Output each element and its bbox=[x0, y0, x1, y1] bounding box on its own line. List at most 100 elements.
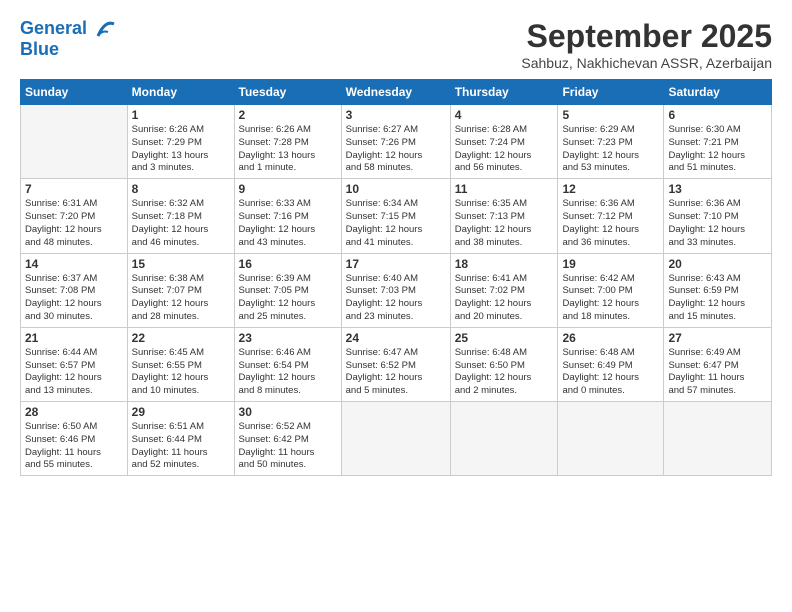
day-number: 21 bbox=[25, 331, 123, 345]
day-info: Sunrise: 6:27 AM Sunset: 7:26 PM Dayligh… bbox=[346, 124, 446, 175]
table-row: 5 Sunrise: 6:29 AM Sunset: 7:23 PM Daylig… bbox=[558, 105, 664, 179]
day-info: Sunrise: 6:29 AM Sunset: 7:23 PM Dayligh… bbox=[562, 124, 659, 175]
day-number: 7 bbox=[25, 182, 123, 196]
day-number: 11 bbox=[455, 182, 554, 196]
day-info: Sunrise: 6:45 AM Sunset: 6:55 PM Dayligh… bbox=[132, 347, 230, 398]
day-info: Sunrise: 6:35 AM Sunset: 7:13 PM Dayligh… bbox=[455, 198, 554, 249]
day-info: Sunrise: 6:40 AM Sunset: 7:03 PM Dayligh… bbox=[346, 273, 446, 324]
day-info: Sunrise: 6:48 AM Sunset: 6:50 PM Dayligh… bbox=[455, 347, 554, 398]
table-row: 18 Sunrise: 6:41 AM Sunset: 7:02 PM Dayli… bbox=[450, 253, 558, 327]
table-row: 29 Sunrise: 6:51 AM Sunset: 6:44 PM Dayli… bbox=[127, 402, 234, 476]
day-number: 24 bbox=[346, 331, 446, 345]
logo: General Blue bbox=[20, 18, 116, 60]
table-row: 12 Sunrise: 6:36 AM Sunset: 7:12 PM Dayli… bbox=[558, 179, 664, 253]
table-row: 1 Sunrise: 6:26 AM Sunset: 7:29 PM Daylig… bbox=[127, 105, 234, 179]
header-monday: Monday bbox=[127, 80, 234, 105]
table-row: 2Sunrise: 6:26 AM Sunset: 7:28 PM Daylig… bbox=[234, 105, 341, 179]
page-header: General Blue September 2025 Sahbuz, Nakh… bbox=[20, 18, 772, 71]
day-info: Sunrise: 6:30 AM Sunset: 7:21 PM Dayligh… bbox=[668, 124, 767, 175]
table-row: 30 Sunrise: 6:52 AM Sunset: 6:42 PM Dayli… bbox=[234, 402, 341, 476]
day-info: Sunrise: 6:28 AM Sunset: 7:24 PM Dayligh… bbox=[455, 124, 554, 175]
calendar-table: Sunday Monday Tuesday Wednesday Thursday… bbox=[20, 79, 772, 476]
day-number: 15 bbox=[132, 257, 230, 271]
day-number: 3 bbox=[346, 108, 446, 122]
day-number: 6 bbox=[668, 108, 767, 122]
table-row: 25Sunrise: 6:48 AM Sunset: 6:50 PM Dayli… bbox=[450, 327, 558, 401]
day-number: 28 bbox=[25, 405, 123, 419]
day-info: Sunrise: 6:48 AM Sunset: 6:49 PM Dayligh… bbox=[562, 347, 659, 398]
day-info: Sunrise: 6:36 AM Sunset: 7:10 PM Dayligh… bbox=[668, 198, 767, 249]
day-number: 16 bbox=[239, 257, 337, 271]
day-number: 5 bbox=[562, 108, 659, 122]
day-info: Sunrise: 6:32 AM Sunset: 7:18 PM Dayligh… bbox=[132, 198, 230, 249]
day-number: 20 bbox=[668, 257, 767, 271]
table-row: 23Sunrise: 6:46 AM Sunset: 6:54 PM Dayli… bbox=[234, 327, 341, 401]
day-number: 17 bbox=[346, 257, 446, 271]
day-number: 13 bbox=[668, 182, 767, 196]
day-info: Sunrise: 6:50 AM Sunset: 6:46 PM Dayligh… bbox=[25, 421, 123, 472]
table-row bbox=[558, 402, 664, 476]
day-number: 19 bbox=[562, 257, 659, 271]
day-info: Sunrise: 6:47 AM Sunset: 6:52 PM Dayligh… bbox=[346, 347, 446, 398]
header-saturday: Saturday bbox=[664, 80, 772, 105]
day-info: Sunrise: 6:43 AM Sunset: 6:59 PM Dayligh… bbox=[668, 273, 767, 324]
table-row bbox=[450, 402, 558, 476]
day-number: 8 bbox=[132, 182, 230, 196]
calendar-week-row: 1 Sunrise: 6:26 AM Sunset: 7:29 PM Daylig… bbox=[21, 105, 772, 179]
table-row bbox=[664, 402, 772, 476]
day-number: 12 bbox=[562, 182, 659, 196]
table-row: 21 Sunrise: 6:44 AM Sunset: 6:57 PM Dayli… bbox=[21, 327, 128, 401]
day-info: Sunrise: 6:37 AM Sunset: 7:08 PM Dayligh… bbox=[25, 273, 123, 324]
table-row: 28 Sunrise: 6:50 AM Sunset: 6:46 PM Dayli… bbox=[21, 402, 128, 476]
day-info: Sunrise: 6:36 AM Sunset: 7:12 PM Dayligh… bbox=[562, 198, 659, 249]
table-row: 14Sunrise: 6:37 AM Sunset: 7:08 PM Dayli… bbox=[21, 253, 128, 327]
location: Sahbuz, Nakhichevan ASSR, Azerbaijan bbox=[521, 55, 772, 71]
day-number: 9 bbox=[239, 182, 337, 196]
table-row: 8 Sunrise: 6:32 AM Sunset: 7:18 PM Daylig… bbox=[127, 179, 234, 253]
table-row: 4 Sunrise: 6:28 AM Sunset: 7:24 PM Daylig… bbox=[450, 105, 558, 179]
calendar-page: General Blue September 2025 Sahbuz, Nakh… bbox=[0, 0, 792, 612]
day-info: Sunrise: 6:41 AM Sunset: 7:02 PM Dayligh… bbox=[455, 273, 554, 324]
table-row: 24 Sunrise: 6:47 AM Sunset: 6:52 PM Dayli… bbox=[341, 327, 450, 401]
table-row: 9 Sunrise: 6:33 AM Sunset: 7:16 PM Daylig… bbox=[234, 179, 341, 253]
table-row: 19 Sunrise: 6:42 AM Sunset: 7:00 PM Dayli… bbox=[558, 253, 664, 327]
table-row: 20 Sunrise: 6:43 AM Sunset: 6:59 PM Dayli… bbox=[664, 253, 772, 327]
header-thursday: Thursday bbox=[450, 80, 558, 105]
day-info: Sunrise: 6:33 AM Sunset: 7:16 PM Dayligh… bbox=[239, 198, 337, 249]
table-row: 10Sunrise: 6:34 AM Sunset: 7:15 PM Dayli… bbox=[341, 179, 450, 253]
day-info: Sunrise: 6:38 AM Sunset: 7:07 PM Dayligh… bbox=[132, 273, 230, 324]
day-number: 30 bbox=[239, 405, 337, 419]
day-info: Sunrise: 6:51 AM Sunset: 6:44 PM Dayligh… bbox=[132, 421, 230, 472]
table-row: 6 Sunrise: 6:30 AM Sunset: 7:21 PM Daylig… bbox=[664, 105, 772, 179]
header-tuesday: Tuesday bbox=[234, 80, 341, 105]
day-info: Sunrise: 6:31 AM Sunset: 7:20 PM Dayligh… bbox=[25, 198, 123, 249]
table-row: 26 Sunrise: 6:48 AM Sunset: 6:49 PM Dayli… bbox=[558, 327, 664, 401]
day-number: 1 bbox=[132, 108, 230, 122]
header-friday: Friday bbox=[558, 80, 664, 105]
table-row: 13 Sunrise: 6:36 AM Sunset: 7:10 PM Dayli… bbox=[664, 179, 772, 253]
day-number: 18 bbox=[455, 257, 554, 271]
month-title: September 2025 bbox=[521, 18, 772, 55]
day-number: 23 bbox=[239, 331, 337, 345]
logo-blue: Blue bbox=[20, 40, 116, 60]
day-info: Sunrise: 6:42 AM Sunset: 7:00 PM Dayligh… bbox=[562, 273, 659, 324]
calendar-week-row: 28 Sunrise: 6:50 AM Sunset: 6:46 PM Dayli… bbox=[21, 402, 772, 476]
day-info: Sunrise: 6:26 AM Sunset: 7:29 PM Dayligh… bbox=[132, 124, 230, 175]
day-info: Sunrise: 6:44 AM Sunset: 6:57 PM Dayligh… bbox=[25, 347, 123, 398]
calendar-week-row: 7 Sunrise: 6:31 AM Sunset: 7:20 PM Daylig… bbox=[21, 179, 772, 253]
day-number: 26 bbox=[562, 331, 659, 345]
day-number: 29 bbox=[132, 405, 230, 419]
header-sunday: Sunday bbox=[21, 80, 128, 105]
day-info: Sunrise: 6:49 AM Sunset: 6:47 PM Dayligh… bbox=[668, 347, 767, 398]
table-row bbox=[21, 105, 128, 179]
table-row: 22Sunrise: 6:45 AM Sunset: 6:55 PM Dayli… bbox=[127, 327, 234, 401]
table-row: 7 Sunrise: 6:31 AM Sunset: 7:20 PM Daylig… bbox=[21, 179, 128, 253]
day-number: 10 bbox=[346, 182, 446, 196]
day-info: Sunrise: 6:39 AM Sunset: 7:05 PM Dayligh… bbox=[239, 273, 337, 324]
table-row: 17 Sunrise: 6:40 AM Sunset: 7:03 PM Dayli… bbox=[341, 253, 450, 327]
day-number: 4 bbox=[455, 108, 554, 122]
title-block: September 2025 Sahbuz, Nakhichevan ASSR,… bbox=[521, 18, 772, 71]
calendar-week-row: 21 Sunrise: 6:44 AM Sunset: 6:57 PM Dayli… bbox=[21, 327, 772, 401]
day-info: Sunrise: 6:52 AM Sunset: 6:42 PM Dayligh… bbox=[239, 421, 337, 472]
day-number: 2 bbox=[239, 108, 337, 122]
